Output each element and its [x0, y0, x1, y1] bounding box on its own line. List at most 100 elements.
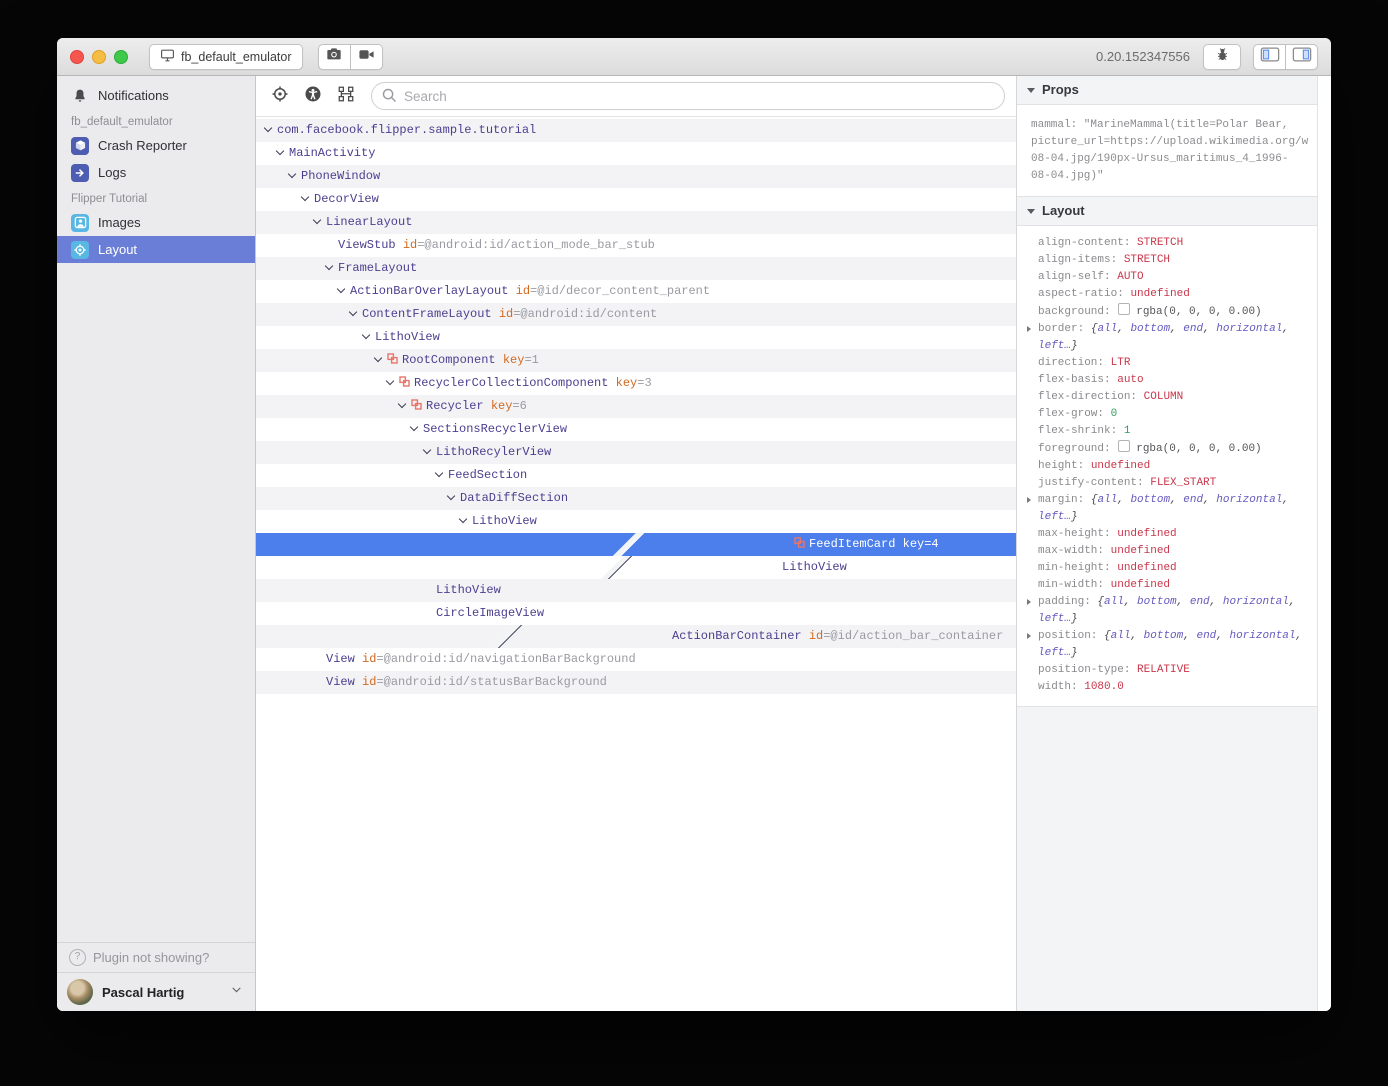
- layout-prop-align-content[interactable]: align-content: STRETCH: [1017, 235, 1318, 252]
- device-selector-button[interactable]: fb_default_emulator: [149, 44, 303, 70]
- brace: }: [1071, 613, 1078, 625]
- sidebar-item-notifications[interactable]: Notifications: [57, 82, 255, 109]
- sidebar-item-images[interactable]: Images: [57, 209, 255, 236]
- tree-row[interactable]: PhoneWindow: [256, 165, 1016, 188]
- tree-row[interactable]: RootComponent key=1: [256, 349, 1016, 372]
- chevron-down-icon[interactable]: [325, 262, 333, 270]
- accessibility-mode-button[interactable]: [299, 82, 327, 110]
- zoom-window-button[interactable]: [114, 50, 128, 64]
- chevron-right-icon[interactable]: [504, 556, 732, 579]
- tree-row[interactable]: SectionsRecyclerView: [256, 418, 1016, 441]
- chevron-down-icon[interactable]: [410, 423, 418, 431]
- comma: ,: [1177, 596, 1190, 608]
- layout-prop-direction[interactable]: direction: LTR: [1017, 355, 1318, 372]
- tree-row[interactable]: ActionBarOverlayLayout id=@id/decor_cont…: [256, 280, 1016, 303]
- tree-row[interactable]: com.facebook.flipper.sample.tutorial: [256, 119, 1016, 142]
- chevron-down-icon[interactable]: [459, 515, 467, 523]
- layout-prop-justify-content[interactable]: justify-content: FLEX_START: [1017, 475, 1318, 492]
- tree-row[interactable]: DecorView: [256, 188, 1016, 211]
- tree-row[interactable]: FeedSection: [256, 464, 1016, 487]
- props-section-header[interactable]: Props: [1017, 76, 1318, 105]
- toggle-right-panel-button[interactable]: [1286, 44, 1318, 70]
- layout-prop-foreground[interactable]: foreground: rgba(0, 0, 0, 0.00): [1017, 440, 1318, 458]
- toggle-left-panel-button[interactable]: [1253, 44, 1286, 70]
- layout-prop-flex-basis[interactable]: flex-basis: auto: [1017, 372, 1318, 389]
- layout-prop-background[interactable]: background: rgba(0, 0, 0, 0.00): [1017, 303, 1318, 321]
- tree-row[interactable]: ContentFrameLayout id=@android:id/conten…: [256, 303, 1016, 326]
- layout-prop-position-type[interactable]: position-type: RELATIVE: [1017, 662, 1318, 679]
- layout-prop-min-width[interactable]: min-width: undefined: [1017, 577, 1318, 594]
- close-window-button[interactable]: [70, 50, 84, 64]
- plugin-not-showing-link[interactable]: ? Plugin not showing?: [57, 942, 255, 972]
- tree-row[interactable]: Recycler key=6: [256, 395, 1016, 418]
- tree-row[interactable]: ViewStub id=@android:id/action_mode_bar_…: [256, 234, 1016, 257]
- chevron-down-icon[interactable]: [374, 354, 382, 362]
- layout-prop-padding[interactable]: padding: {all, bottom, end, horizontal, …: [1017, 594, 1318, 628]
- layout-prop-width[interactable]: width: 1080.0: [1017, 679, 1318, 696]
- screen-record-button[interactable]: [351, 44, 383, 70]
- sidebar-item-crash-reporter[interactable]: Crash Reporter: [57, 132, 255, 159]
- tree-row[interactable]: ActionBarContainer id=@id/action_bar_con…: [256, 625, 1016, 648]
- tree-row[interactable]: RecyclerCollectionComponent key=3: [256, 372, 1016, 395]
- chevron-down-icon[interactable]: [337, 285, 345, 293]
- user-menu[interactable]: Pascal Hartig: [57, 972, 255, 1011]
- tree-row[interactable]: LinearLayout: [256, 211, 1016, 234]
- chevron-right-icon[interactable]: [394, 625, 622, 648]
- tree-row[interactable]: View id=@android:id/statusBarBackground: [256, 671, 1016, 694]
- tree-row[interactable]: LithoView: [256, 556, 1016, 579]
- sidebar-item-layout[interactable]: Layout: [57, 236, 255, 263]
- layout-prop-margin[interactable]: margin: {all, bottom, end, horizontal, l…: [1017, 492, 1318, 526]
- chevron-down-icon[interactable]: [276, 147, 284, 155]
- color-checkbox[interactable]: [1118, 303, 1130, 315]
- chevron-down-icon[interactable]: [349, 308, 357, 316]
- tree-row[interactable]: LithoView: [256, 579, 1016, 602]
- layout-prop-flex-direction[interactable]: flex-direction: COLUMN: [1017, 389, 1318, 406]
- object-key: horizontal: [1223, 596, 1289, 608]
- bug-report-button[interactable]: [1203, 44, 1241, 70]
- layout-prop-border[interactable]: border: {all, bottom, end, horizontal, l…: [1017, 321, 1318, 355]
- tree-row[interactable]: LithoRecylerView: [256, 441, 1016, 464]
- chevron-down-icon[interactable]: [386, 377, 394, 385]
- tree-row[interactable]: LithoView: [256, 510, 1016, 533]
- chevron-down-icon[interactable]: [362, 331, 370, 339]
- hierarchy-button[interactable]: [332, 82, 360, 110]
- layout-target-icon: [71, 241, 89, 259]
- search-input[interactable]: [371, 82, 1005, 110]
- layout-section-header[interactable]: Layout: [1017, 197, 1318, 226]
- chevron-down-icon[interactable]: [301, 193, 309, 201]
- chevron-down-icon[interactable]: [447, 492, 455, 500]
- chevron-down-icon[interactable]: [264, 124, 272, 132]
- tree-row[interactable]: FrameLayout: [256, 257, 1016, 280]
- color-checkbox[interactable]: [1118, 440, 1130, 452]
- tree-row[interactable]: CircleImageView: [256, 602, 1016, 625]
- layout-prop-max-height[interactable]: max-height: undefined: [1017, 526, 1318, 543]
- target-mode-button[interactable]: [266, 82, 294, 110]
- minimize-window-button[interactable]: [92, 50, 106, 64]
- chevron-down-icon[interactable]: [398, 400, 406, 408]
- tree-row[interactable]: DataDiffSection: [256, 487, 1016, 510]
- tree-row[interactable]: View id=@android:id/navigationBarBackgro…: [256, 648, 1016, 671]
- layout-prop-align-items[interactable]: align-items: STRETCH: [1017, 252, 1318, 269]
- tree-node-name: RecyclerCollectionComponent: [414, 376, 608, 390]
- object-key: end: [1196, 630, 1216, 642]
- layout-prop-max-width[interactable]: max-width: undefined: [1017, 543, 1318, 560]
- tree-row[interactable]: MainActivity: [256, 142, 1016, 165]
- layout-prop-min-height[interactable]: min-height: undefined: [1017, 560, 1318, 577]
- tree-row[interactable]: FeedItemCard key=4: [256, 533, 1016, 556]
- layout-prop-flex-grow[interactable]: flex-grow: 0: [1017, 406, 1318, 423]
- chevron-down-icon[interactable]: [313, 216, 321, 224]
- layout-prop-flex-shrink[interactable]: flex-shrink: 1: [1017, 423, 1318, 440]
- inspector-scrollbar-track[interactable]: [1317, 76, 1331, 1011]
- layout-prop-aspect-ratio[interactable]: aspect-ratio: undefined: [1017, 286, 1318, 303]
- sidebar-item-logs[interactable]: Logs: [57, 159, 255, 186]
- layout-prop-position[interactable]: position: {all, bottom, end, horizontal,…: [1017, 628, 1318, 662]
- layout-prop-align-self[interactable]: align-self: AUTO: [1017, 269, 1318, 286]
- chevron-down-icon[interactable]: [423, 446, 431, 454]
- chevron-down-icon[interactable]: [288, 170, 296, 178]
- chevron-down-icon[interactable]: [435, 469, 443, 477]
- screenshot-button[interactable]: [318, 44, 351, 70]
- chevron-right-icon[interactable]: [516, 533, 744, 556]
- layout-prop-height[interactable]: height: undefined: [1017, 458, 1318, 475]
- layout-prop-value: LTR: [1111, 357, 1131, 369]
- tree-row[interactable]: LithoView: [256, 326, 1016, 349]
